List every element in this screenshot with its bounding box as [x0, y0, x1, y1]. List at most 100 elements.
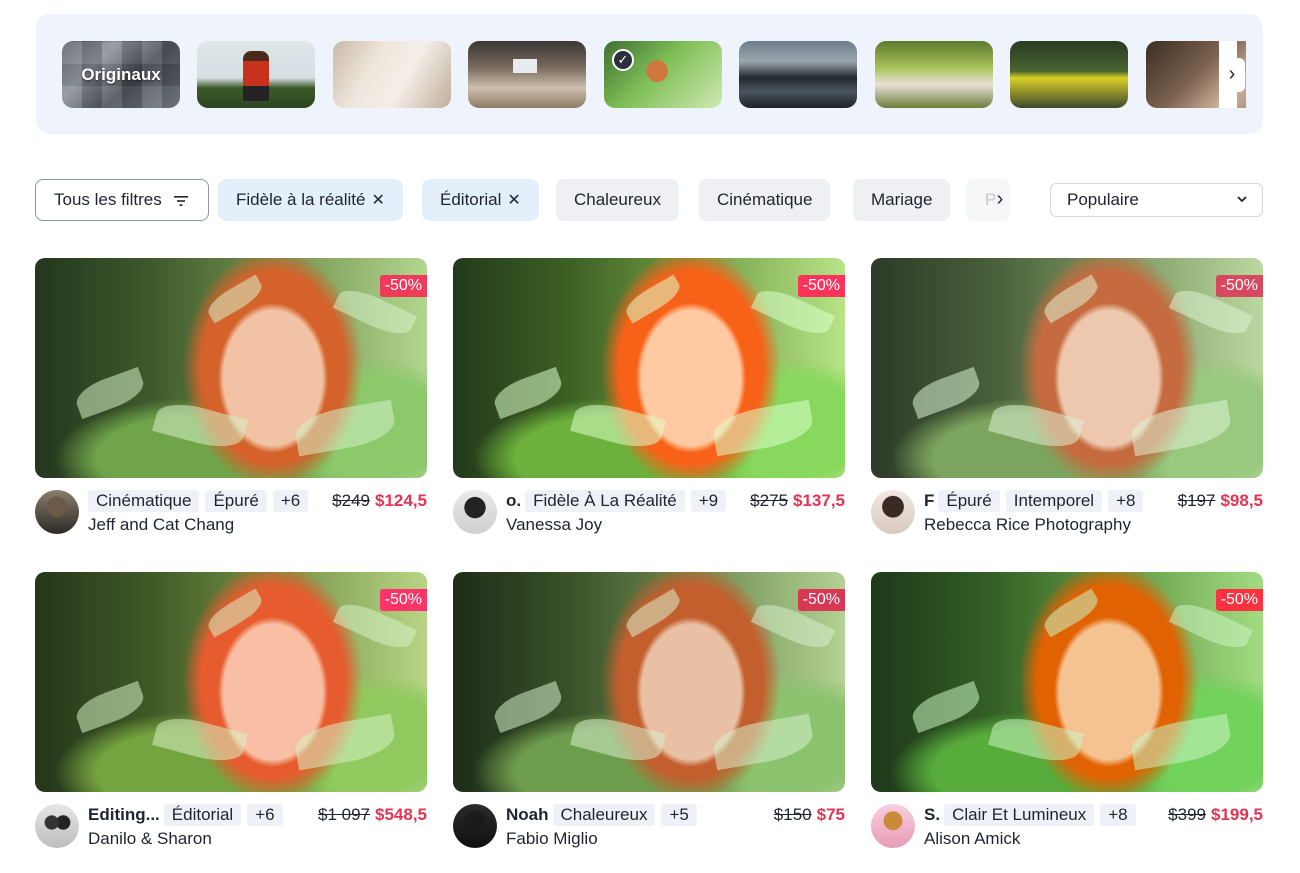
leaf-decoration — [152, 396, 248, 455]
preset-preview-image[interactable]: -50% — [453, 258, 845, 478]
more-tags-count[interactable]: +6 — [247, 804, 283, 826]
preset-preview-image[interactable]: -50% — [453, 572, 845, 792]
leaf-decoration — [570, 710, 666, 769]
carousel-thumb-originals[interactable]: Originaux — [62, 41, 180, 108]
leaf-decoration — [152, 710, 248, 769]
style-tag[interactable]: Clair Et Lumineux — [944, 804, 1095, 826]
original-price: $249 — [332, 491, 370, 510]
preset-name[interactable]: S. — [924, 804, 940, 826]
author-name[interactable]: Jeff and Cat Chang — [88, 514, 234, 536]
carousel-thumb[interactable] — [333, 41, 451, 108]
filter-chip-editorial[interactable]: Éditorial ✕ — [422, 179, 539, 221]
filter-chip-mariage[interactable]: Mariage — [853, 179, 951, 221]
more-tags-count[interactable]: +8 — [1108, 490, 1144, 512]
discount-badge: -50% — [379, 275, 427, 297]
carousel-thumb-label: Originaux — [81, 65, 161, 84]
leaf-decoration — [621, 274, 685, 324]
avatar[interactable] — [453, 804, 497, 848]
sale-price: $137,5 — [793, 491, 845, 510]
leaf-decoration — [489, 366, 567, 420]
style-tag[interactable]: Chaleureux — [552, 804, 656, 826]
style-tag[interactable]: Épuré — [205, 490, 267, 512]
style-tag[interactable]: Fidèle À La Réalité — [525, 490, 685, 512]
sale-price: $98,5 — [1220, 491, 1263, 510]
leaf-decoration — [570, 396, 666, 455]
discount-badge: -50% — [1215, 275, 1263, 297]
author-name[interactable]: Rebecca Rice Photography — [924, 514, 1131, 536]
style-tag[interactable]: Intemporel — [1005, 490, 1103, 512]
preset-card[interactable]: -50% Cinématique Épuré +6 $249 $124,5 Jeff and… — [35, 258, 427, 548]
filter-chip-cinematique[interactable]: Cinématique — [699, 179, 831, 221]
filter-chip-fidele[interactable]: Fidèle à la réalité ✕ — [218, 179, 403, 221]
discount-badge: -50% — [797, 275, 845, 297]
leaf-decoration — [1128, 713, 1234, 771]
all-filters-button[interactable]: Tous les filtres — [35, 179, 209, 221]
price: $1 097 $548,5 — [316, 804, 427, 826]
preset-meta: o. Fidèle À La Réalité +9 $275 $137,5 Vanessa… — [453, 490, 845, 538]
avatar[interactable] — [871, 804, 915, 848]
preset-card[interactable]: -50% F Épuré Intemporel +8 $197 $98,5 Rebecca R… — [871, 258, 1263, 548]
preset-preview-image[interactable]: -50% — [871, 572, 1263, 792]
leaf-decoration — [988, 396, 1084, 455]
carousel-thumb[interactable] — [739, 41, 857, 108]
author-name[interactable]: Alison Amick — [924, 828, 1020, 850]
author-name[interactable]: Vanessa Joy — [506, 514, 602, 536]
avatar[interactable] — [453, 490, 497, 534]
author-name[interactable]: Fabio Miglio — [506, 828, 598, 850]
sale-price: $199,5 — [1211, 805, 1263, 824]
leaf-decoration — [292, 713, 398, 771]
preset-card[interactable]: -50% Editing... Éditorial +6 $1 097 $548,5 Dan… — [35, 572, 427, 862]
chevron-right-icon[interactable]: › — [1219, 58, 1245, 92]
sort-select[interactable]: Populaire — [1050, 183, 1263, 217]
sale-price: $75 — [816, 805, 845, 824]
original-price: $275 — [750, 491, 788, 510]
style-tag[interactable]: Épuré — [938, 490, 1000, 512]
filter-chip-chaleureux[interactable]: Chaleureux — [556, 179, 679, 221]
more-tags-count[interactable]: +5 — [661, 804, 697, 826]
carousel-thumb-selected[interactable]: ✓ — [604, 41, 722, 108]
filter-icon — [174, 195, 189, 206]
preset-card[interactable]: -50% o. Fidèle À La Réalité +9 $275 $137,5 Van… — [453, 258, 845, 548]
avatar[interactable] — [35, 804, 79, 848]
sort-selected-value: Populaire — [1067, 190, 1139, 209]
chevron-down-icon — [1236, 184, 1248, 226]
close-icon[interactable]: ✕ — [507, 192, 520, 209]
preset-name[interactable]: o. — [506, 490, 521, 512]
filter-bar: Tous les filtres Fidèle à la réalité ✕ Éd… — [35, 179, 1010, 222]
leaf-decoration — [1039, 274, 1103, 324]
carousel-thumb[interactable] — [875, 41, 993, 108]
preset-card[interactable]: -50% S. Clair Et Lumineux +8 $399 $199,5 Aliso… — [871, 572, 1263, 862]
sale-price: $548,5 — [375, 805, 427, 824]
more-tags-count[interactable]: +9 — [690, 490, 727, 512]
preset-preview-image[interactable]: -50% — [35, 258, 427, 478]
all-filters-label: Tous les filtres — [54, 190, 162, 209]
preset-card[interactable]: -50% Noah Chaleureux +5 $150 $75 Fabio Miglio — [453, 572, 845, 862]
carousel-thumb[interactable] — [1010, 41, 1128, 108]
author-name[interactable]: Danilo & Sharon — [88, 828, 212, 850]
leaf-decoration — [710, 713, 816, 771]
style-tag[interactable]: Éditorial — [163, 804, 242, 826]
discount-badge: -50% — [1215, 589, 1263, 611]
carousel-thumb[interactable] — [197, 41, 315, 108]
preset-name[interactable]: Noah — [506, 804, 549, 826]
preset-name[interactable]: Editing... — [88, 804, 160, 826]
leaf-decoration — [907, 680, 985, 734]
leaf-decoration — [907, 366, 985, 420]
preset-preview-image[interactable]: -50% — [35, 572, 427, 792]
preset-name[interactable]: F — [924, 490, 934, 512]
leaf-decoration — [489, 680, 567, 734]
filter-chip-label: Éditorial — [440, 190, 502, 209]
leaf-decoration — [203, 588, 267, 638]
style-tag[interactable]: Cinématique — [88, 490, 200, 512]
more-tags-count[interactable]: +6 — [272, 490, 309, 512]
chevron-right-icon[interactable]: › — [990, 179, 1010, 221]
preset-meta: Editing... Éditorial +6 $1 097 $548,5 Danilo … — [35, 804, 427, 852]
avatar[interactable] — [871, 490, 915, 534]
avatar[interactable] — [35, 490, 79, 534]
preset-preview-image[interactable]: -50% — [871, 258, 1263, 478]
close-icon[interactable]: ✕ — [371, 192, 384, 209]
more-tags-count[interactable]: +8 — [1100, 804, 1136, 826]
carousel-thumb[interactable] — [468, 41, 586, 108]
original-price: $197 — [1177, 491, 1216, 510]
leaf-decoration — [71, 366, 149, 420]
